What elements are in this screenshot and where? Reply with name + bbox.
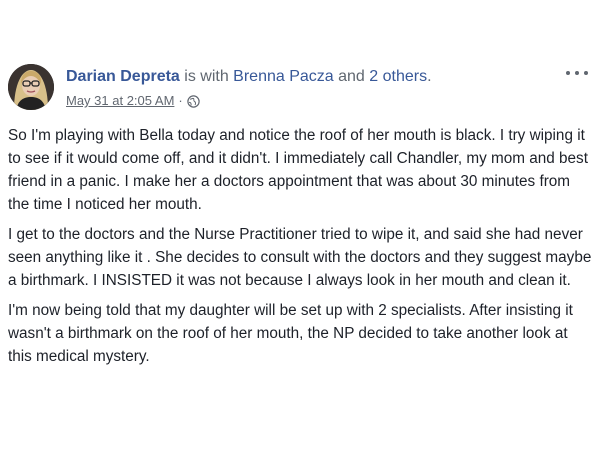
post-paragraph: So I'm playing with Bella today and noti… xyxy=(8,127,588,213)
author-name-link[interactable]: Darian Depreta xyxy=(66,68,180,85)
avatar-photo xyxy=(8,64,54,110)
facebook-post: Darian Depreta is with Brenna Pacza and … xyxy=(0,0,600,450)
dot-icon xyxy=(584,71,588,75)
author-avatar[interactable] xyxy=(8,64,54,110)
post-meta: May 31 at 2:05 AM · xyxy=(66,92,200,110)
tagged-person-link[interactable]: Brenna Pacza xyxy=(233,68,334,85)
dot-icon xyxy=(575,71,579,75)
others-link[interactable]: 2 others xyxy=(369,68,427,85)
post-header: Darian Depreta is with Brenna Pacza and … xyxy=(66,67,560,87)
post-paragraph: I get to the doctors and the Nurse Pract… xyxy=(8,226,592,289)
more-options-icon[interactable] xyxy=(566,66,588,80)
meta-separator: · xyxy=(178,93,183,108)
post-timestamp-link[interactable]: May 31 at 2:05 AM xyxy=(66,92,174,110)
period-text: . xyxy=(427,68,432,85)
with-text: is with xyxy=(179,68,234,85)
and-text: and xyxy=(333,68,370,85)
globe-icon[interactable] xyxy=(187,94,200,108)
post-body: So I'm playing with Bella today and noti… xyxy=(8,124,592,375)
post-paragraph: I'm now being told that my daughter will… xyxy=(8,302,573,365)
dot-icon xyxy=(566,71,570,75)
